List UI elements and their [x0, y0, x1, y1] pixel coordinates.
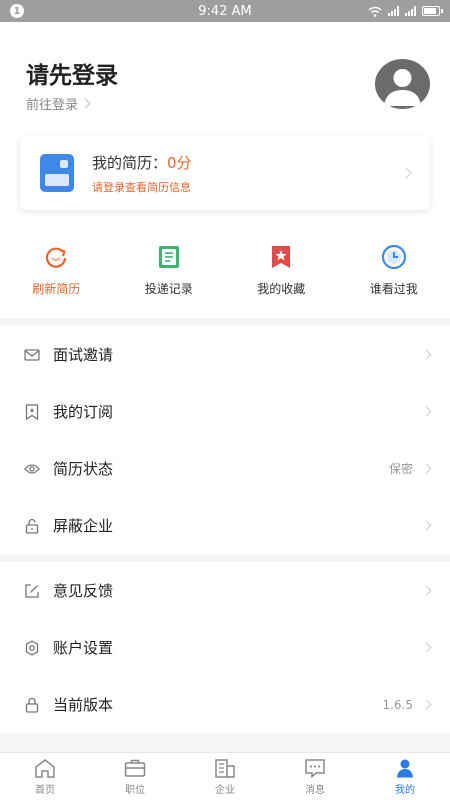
app-screen: 1 9:42 AM 请先登录 前往登录 我的简历：0分 请登录查看简历信息 刷新… — [0, 0, 450, 800]
go-login-label: 前往登录 — [26, 98, 79, 113]
home-icon — [33, 757, 57, 779]
tab-home[interactable]: 首页 — [0, 753, 90, 800]
menu-group-2: 意见反馈 账户设置 当前版本 1.6.5 — [0, 562, 450, 733]
eye-icon — [24, 461, 40, 477]
tab-jobs[interactable]: 职位 — [90, 753, 180, 800]
resume-title: 我的简历：0分 — [92, 153, 192, 172]
avatar[interactable] — [375, 59, 430, 109]
tab-mine[interactable]: 我的 — [360, 753, 450, 800]
menu-block-company[interactable]: 屏蔽企业 — [0, 497, 450, 554]
document-list-icon — [156, 244, 182, 270]
quick-my-favorites[interactable]: 我的收藏 — [225, 244, 338, 297]
quick-refresh-resume[interactable]: 刷新简历 — [0, 244, 113, 297]
battery-icon — [422, 6, 443, 16]
chat-icon — [303, 757, 327, 779]
chevron-right-icon — [80, 98, 91, 109]
notification-badge: 1 — [10, 4, 24, 18]
edit-icon — [24, 583, 40, 599]
signal-icon-2 — [405, 6, 416, 16]
resume-icon — [40, 154, 74, 192]
menu-group-1: 面试邀请 我的订阅 简历状态 保密 屏蔽企业 — [0, 326, 450, 554]
unlock-icon — [24, 518, 40, 534]
chevron-right-icon — [400, 167, 412, 179]
profile-header: 请先登录 前往登录 我的简历：0分 请登录查看简历信息 刷新简历 投递记录 我的… — [0, 22, 450, 318]
user-icon — [393, 757, 417, 779]
chevron-right-icon — [421, 699, 432, 710]
tab-messages[interactable]: 消息 — [270, 753, 360, 800]
chevron-right-icon — [421, 463, 432, 474]
tab-company[interactable]: 企业 — [180, 753, 270, 800]
quick-who-viewed-me[interactable]: 谁看过我 — [338, 244, 450, 297]
mail-icon — [24, 347, 40, 363]
refresh-icon — [43, 244, 69, 270]
status-bar: 1 9:42 AM — [0, 0, 450, 22]
signal-icon — [388, 6, 399, 16]
gear-icon — [24, 639, 40, 656]
quick-actions: 刷新简历 投递记录 我的收藏 谁看过我 — [0, 244, 450, 297]
building-icon — [213, 757, 237, 779]
menu-resume-status[interactable]: 简历状态 保密 — [0, 440, 450, 497]
clock-icon — [381, 244, 407, 270]
chevron-right-icon — [421, 349, 432, 360]
bookmark-plus-icon — [24, 403, 40, 420]
resume-hint: 请登录查看简历信息 — [92, 180, 191, 194]
chevron-right-icon — [421, 520, 432, 531]
resume-score: 0分 — [167, 153, 192, 172]
login-title[interactable]: 请先登录 — [26, 56, 118, 90]
resume-card[interactable]: 我的简历：0分 请登录查看简历信息 — [20, 136, 430, 210]
menu-interview-invite[interactable]: 面试邀请 — [0, 326, 450, 383]
menu-account-settings[interactable]: 账户设置 — [0, 619, 450, 676]
status-time: 9:42 AM — [198, 3, 252, 19]
briefcase-icon — [123, 757, 147, 779]
go-login-link[interactable]: 前往登录 — [26, 94, 91, 113]
version-value: 1.6.5 — [382, 697, 413, 712]
resume-status-value: 保密 — [388, 462, 413, 476]
menu-feedback[interactable]: 意见反馈 — [0, 562, 450, 619]
quick-delivery-record[interactable]: 投递记录 — [113, 244, 226, 297]
menu-current-version[interactable]: 当前版本 1.6.5 — [0, 676, 450, 733]
lock-icon — [24, 697, 40, 713]
star-bookmark-icon — [268, 244, 294, 270]
bottom-tab-bar: 首页 职位 企业 消息 我的 — [0, 752, 450, 800]
menu-my-subscription[interactable]: 我的订阅 — [0, 383, 450, 440]
chevron-right-icon — [421, 642, 432, 653]
wifi-icon — [368, 6, 382, 17]
chevron-right-icon — [421, 585, 432, 596]
chevron-right-icon — [421, 406, 432, 417]
